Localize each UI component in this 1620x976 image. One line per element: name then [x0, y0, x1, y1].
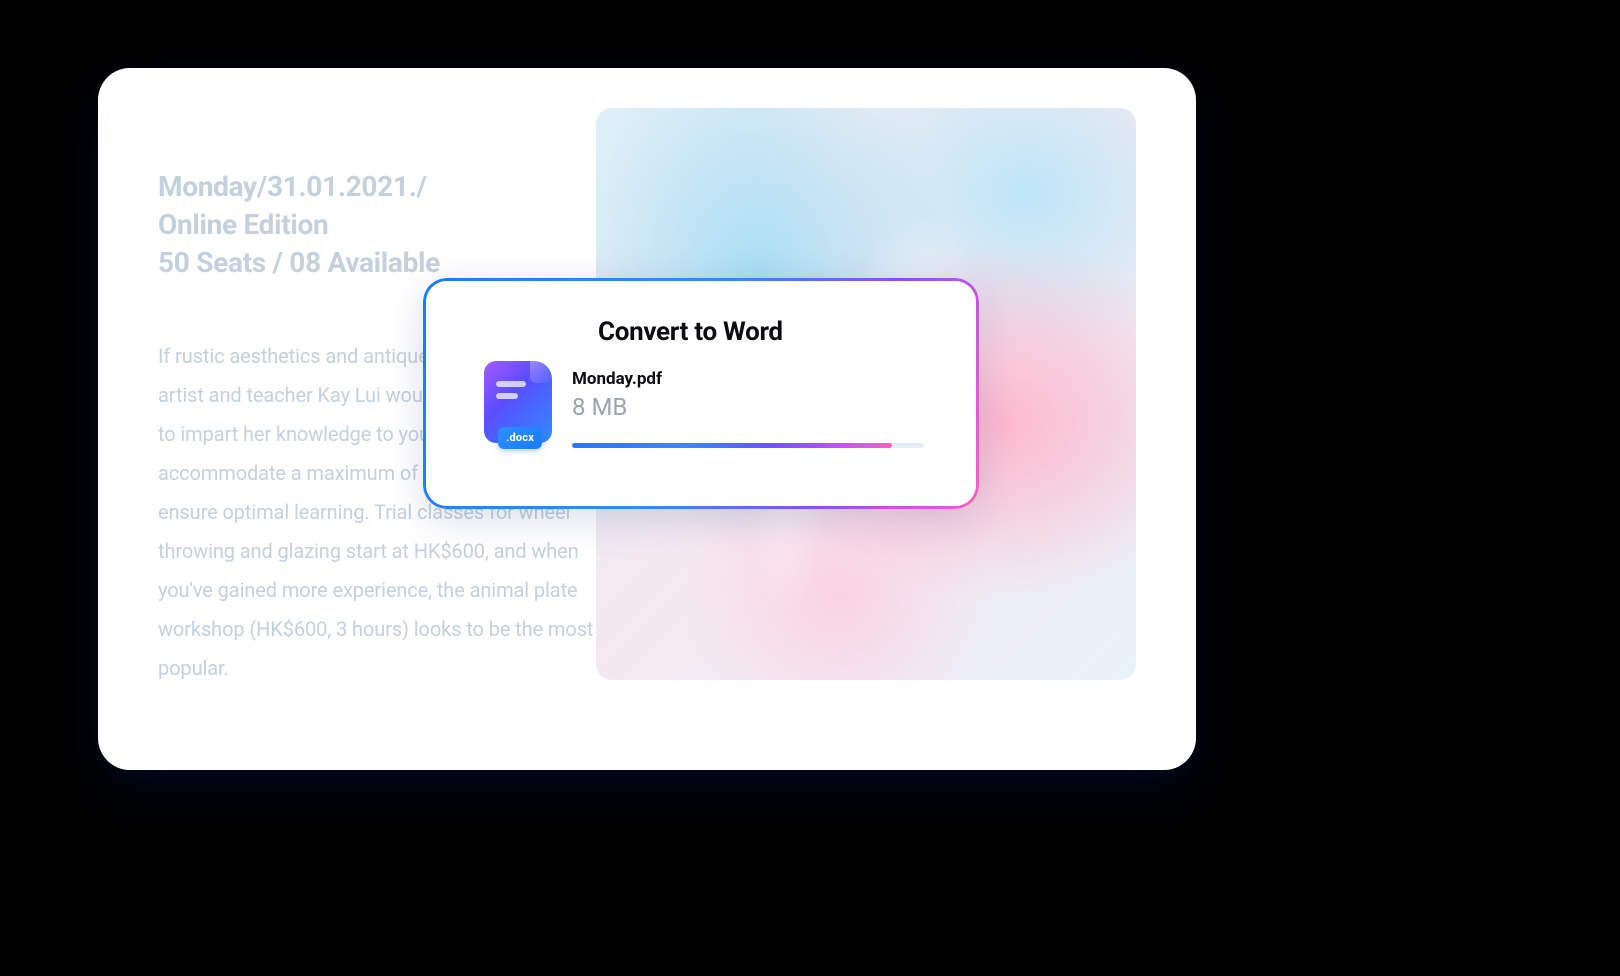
- file-info: Monday.pdf 8 MB: [572, 367, 924, 448]
- dialog-inner: Convert to Word .docx Monday.pdf 8 MB: [426, 281, 976, 506]
- file-icon-badge: .docx: [498, 427, 542, 449]
- heading-line-3: 50 Seats / 08 Available: [158, 246, 440, 279]
- file-icon-line: [496, 381, 526, 387]
- convert-dialog: Convert to Word .docx Monday.pdf 8 MB: [423, 278, 979, 509]
- dialog-title: Convert to Word: [598, 317, 924, 347]
- heading-line-2: Online Edition: [158, 208, 328, 241]
- docx-file-icon: .docx: [484, 361, 536, 453]
- progress-bar: [572, 443, 924, 448]
- file-icon-line: [496, 393, 518, 399]
- file-size: 8 MB: [572, 393, 924, 421]
- file-row: .docx Monday.pdf 8 MB: [478, 367, 924, 453]
- heading-line-1: Monday/31.01.2021./: [158, 170, 427, 203]
- progress-fill: [572, 443, 892, 448]
- document-heading: Monday/31.01.2021./ Online Edition 50 Se…: [158, 168, 638, 281]
- file-name: Monday.pdf: [572, 369, 924, 389]
